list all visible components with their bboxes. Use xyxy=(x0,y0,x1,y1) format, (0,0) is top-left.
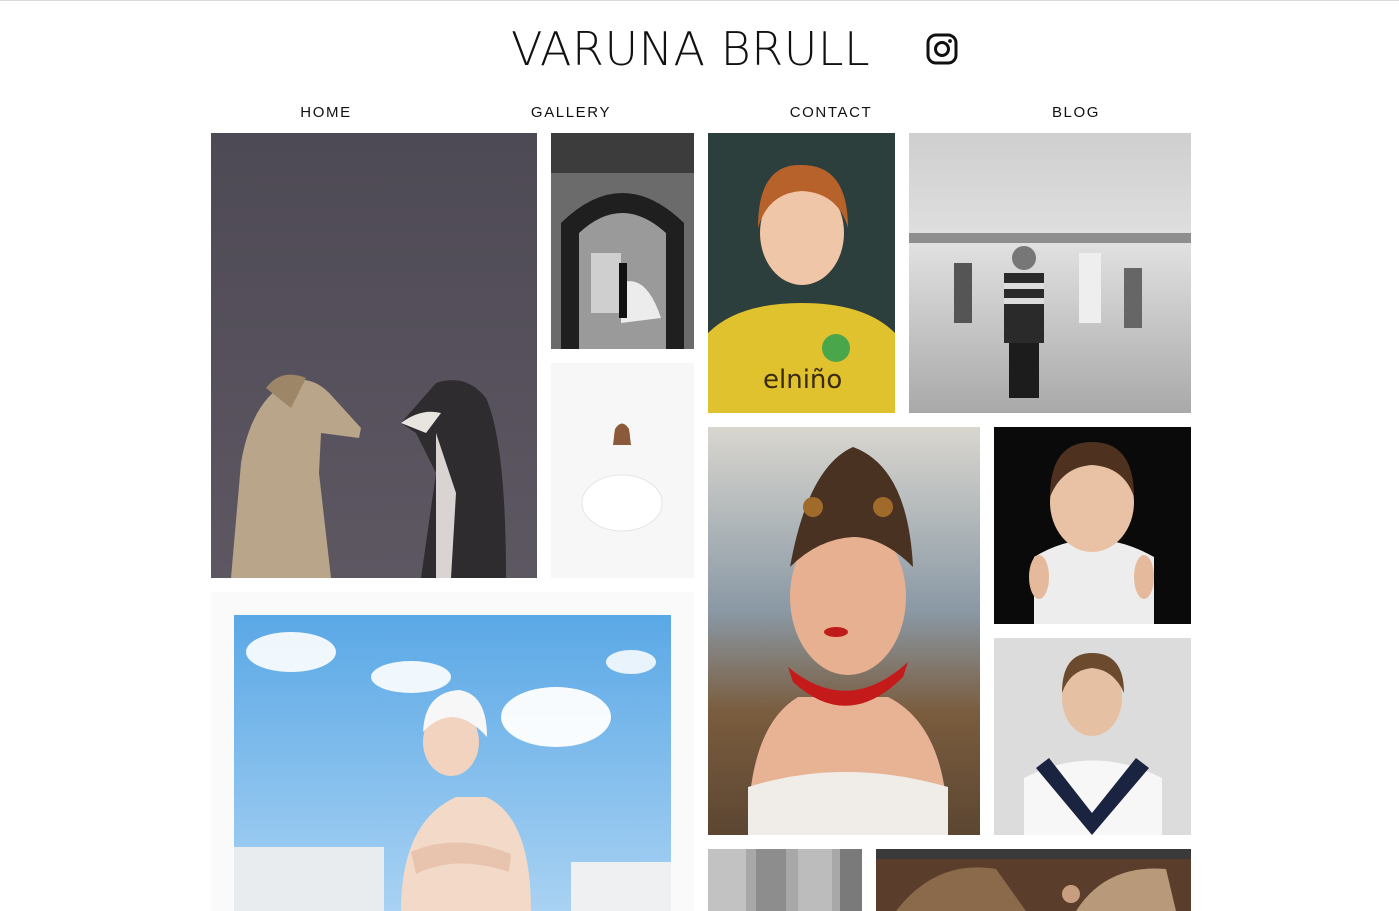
svg-text:elniño: elniño xyxy=(763,365,842,395)
gallery-photo-sailor-boy[interactable] xyxy=(994,638,1191,835)
site-header: VARUNA BRULL xyxy=(0,20,1399,80)
nav-home[interactable]: HOME xyxy=(246,104,406,121)
nav-contact[interactable]: CONTACT xyxy=(751,104,911,121)
gallery-photo-redhead-boy[interactable]: elniño xyxy=(708,133,895,413)
main-nav: HOME GALLERY CONTACT BLOG xyxy=(0,100,1399,128)
top-divider xyxy=(0,0,1399,1)
gallery-photo-greyhounds[interactable] xyxy=(211,133,537,578)
gallery-photo-ruins-girl[interactable] xyxy=(876,849,1191,911)
nav-gallery[interactable]: GALLERY xyxy=(491,104,651,121)
gallery-photo-girl-collar[interactable] xyxy=(994,427,1191,624)
gallery-photo-beach-children[interactable] xyxy=(909,133,1191,413)
nav-blog[interactable]: BLOG xyxy=(996,104,1156,121)
gallery-photo-swim-cap-woman[interactable] xyxy=(211,592,694,911)
gallery-photo-masked-woman[interactable] xyxy=(708,427,980,835)
gallery-photo-stone-wall[interactable] xyxy=(708,849,862,911)
gallery-photo-archway-couple[interactable] xyxy=(551,133,694,349)
gallery-photo-girl-white-dress[interactable] xyxy=(551,363,694,578)
site-title[interactable]: VARUNA BRULL xyxy=(511,20,870,78)
instagram-icon[interactable] xyxy=(925,32,959,66)
